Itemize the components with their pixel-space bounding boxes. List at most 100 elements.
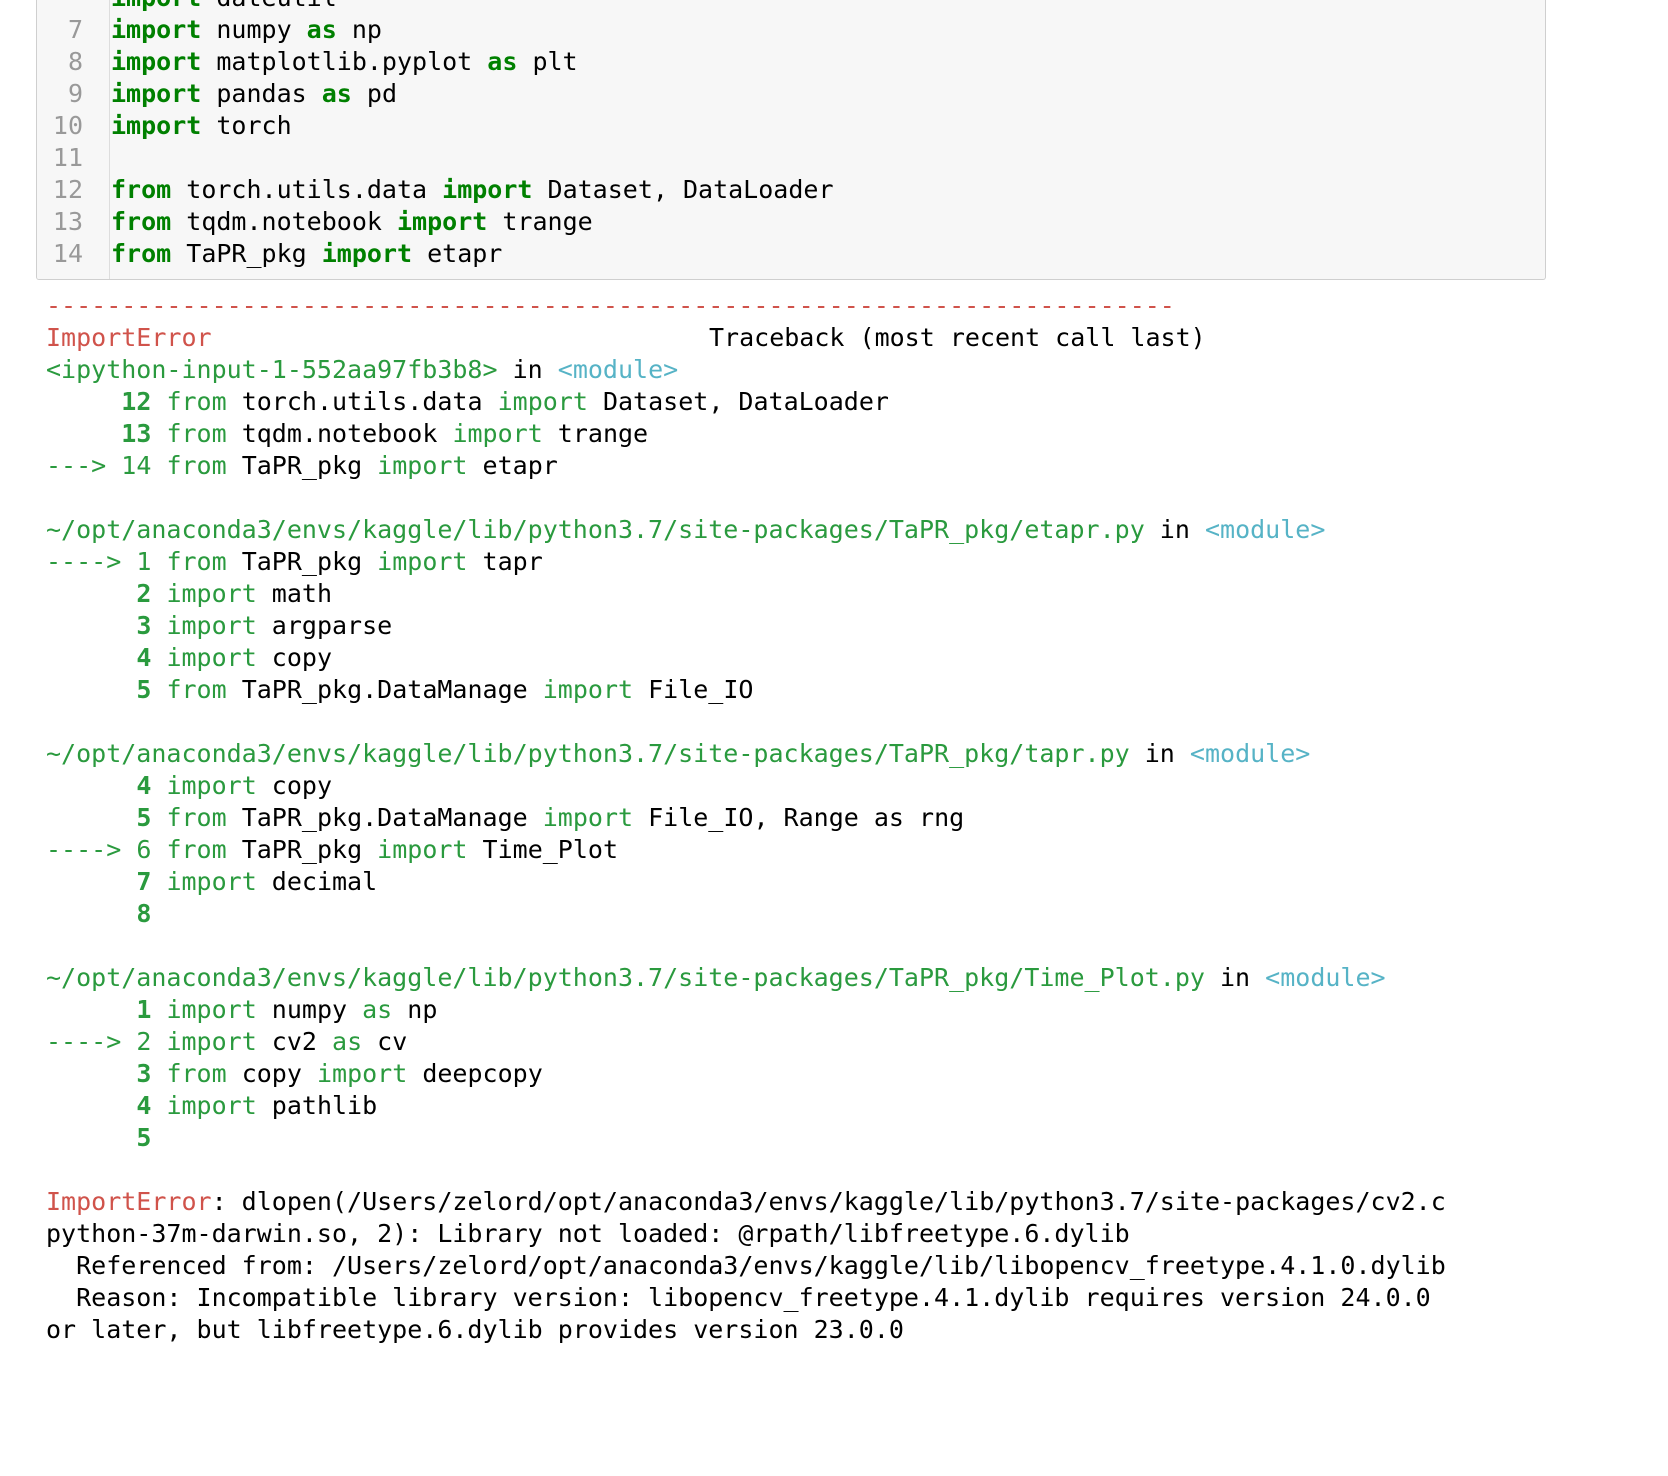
code-text: from TaPR_pkg import etapr: [111, 238, 502, 270]
keyword: import: [111, 0, 201, 12]
code-text: import torch: [111, 110, 292, 142]
arrow-marker: [46, 1123, 136, 1152]
code-text: TaPR_pkg: [171, 239, 322, 268]
arrow-marker: ---->: [46, 547, 137, 576]
code-text: torch.utils.data: [226, 387, 498, 416]
code-text: TaPR_pkg.DataManage: [226, 803, 543, 832]
line-number: 12: [121, 387, 152, 416]
keyword: import: [542, 803, 634, 832]
line-number: 4: [136, 643, 152, 672]
keyword: import: [111, 15, 202, 44]
code-text: trange: [487, 207, 593, 236]
traceback-line: 3 from copy import deepcopy: [46, 1058, 543, 1090]
keyword: import: [442, 175, 533, 204]
in-word: in: [1129, 739, 1190, 768]
arrow-marker: [46, 675, 136, 704]
arrow-marker: [46, 803, 136, 832]
code-text: tqdm.notebook: [226, 419, 453, 448]
error-message: : dlopen(/Users/zelord/opt/anaconda3/env…: [211, 1187, 1446, 1216]
module-tag: <module>: [557, 355, 679, 384]
keyword: import: [542, 675, 634, 704]
error-message: Reason: Incompatible library version: li…: [46, 1283, 1431, 1312]
code-text: import matplotlib.pyplot as plt: [111, 46, 578, 78]
line-number: 1: [136, 547, 152, 576]
code-text: decimal: [256, 867, 378, 896]
traceback-line: 4 import copy: [46, 642, 332, 674]
code-text: copy: [256, 771, 333, 800]
line-number: 12: [52, 175, 83, 204]
code-line: 11: [37, 142, 1545, 174]
traceback-divider: ----------------------------------------…: [46, 290, 1175, 322]
arrow-marker: [46, 899, 136, 928]
keyword: from: [166, 547, 227, 576]
keyword: import: [111, 79, 202, 108]
code-text: math: [256, 579, 333, 608]
keyword: import: [166, 1091, 257, 1120]
keyword: as: [362, 995, 393, 1024]
code-line: 13 from tqdm.notebook import trange: [37, 206, 1545, 238]
keyword: import: [377, 547, 468, 576]
traceback-line: 1 import numpy as np: [46, 994, 437, 1026]
code-text: TaPR_pkg.DataManage: [226, 675, 543, 704]
line-number: 8: [67, 47, 83, 76]
keyword: as: [487, 47, 518, 76]
code-input-cell[interactable]: import dateutil7import numpy as np8impor…: [36, 0, 1546, 280]
keyword: from: [111, 239, 172, 268]
line-number: 5: [136, 1123, 152, 1152]
traceback-line: ----> 6 from TaPR_pkg import Time_Plot: [46, 834, 618, 866]
line-number: 3: [136, 1059, 152, 1088]
keyword: import: [166, 643, 257, 672]
keyword: import: [321, 239, 413, 268]
keyword: from: [166, 675, 227, 704]
keyword: import: [111, 47, 202, 76]
code-text: cv: [362, 1027, 408, 1056]
keyword: import: [166, 771, 257, 800]
file-path: ~/opt/anaconda3/envs/kaggle/lib/python3.…: [46, 963, 1205, 992]
line-number: 5: [136, 675, 152, 704]
code-text: argparse: [256, 611, 393, 640]
code-text: dateutil: [201, 0, 336, 12]
traceback-line: 13 from tqdm.notebook import trange: [46, 418, 648, 450]
error-message-line: python-37m-darwin.so, 2): Library not lo…: [46, 1218, 1130, 1250]
arrow-marker: [46, 1059, 136, 1088]
keyword: from: [166, 451, 227, 480]
code-text: Dataset, DataLoader: [587, 387, 889, 416]
traceback-line: ---> 14 from TaPR_pkg import etapr: [46, 450, 558, 482]
arrow-marker: [46, 1091, 136, 1120]
keyword: from: [166, 1059, 227, 1088]
line-number: 13: [121, 419, 152, 448]
frame-location: <ipython-input-1-552aa97fb3b8> in <modul…: [46, 354, 678, 386]
line-number: 13: [52, 207, 83, 236]
error-message: or later, but libfreetype.6.dylib provid…: [46, 1315, 904, 1344]
traceback-line: 8: [46, 898, 151, 930]
code-text: tapr: [467, 547, 543, 576]
code-text: tqdm.notebook: [171, 207, 397, 236]
line-number: 2: [136, 579, 152, 608]
code-text: deepcopy: [407, 1059, 543, 1088]
frame-location: ~/opt/anaconda3/envs/kaggle/lib/python3.…: [46, 962, 1386, 994]
line-number: 14: [121, 451, 152, 480]
line-number: 11: [52, 143, 83, 172]
code-text: TaPR_pkg: [226, 451, 378, 480]
keyword: as: [332, 1027, 363, 1056]
keyword: import: [166, 611, 257, 640]
keyword: as: [306, 15, 337, 44]
traceback-line: 4 import copy: [46, 770, 332, 802]
line-number: 5: [136, 803, 152, 832]
keyword: import: [166, 867, 257, 896]
keyword: from: [111, 175, 172, 204]
module-tag: <module>: [1189, 739, 1311, 768]
error-message: python-37m-darwin.so, 2): Library not lo…: [46, 1219, 1130, 1248]
code-line: 14 from TaPR_pkg import etapr: [37, 238, 1545, 270]
error-name: ImportError: [46, 323, 212, 352]
arrow-marker: [46, 995, 136, 1024]
arrow-marker: ---->: [46, 835, 137, 864]
error-message: Referenced from: /Users/zelord/opt/anaco…: [46, 1251, 1446, 1280]
code-text: from tqdm.notebook import trange: [111, 206, 593, 238]
code-line: 8 import matplotlib.pyplot as plt: [37, 46, 1545, 78]
